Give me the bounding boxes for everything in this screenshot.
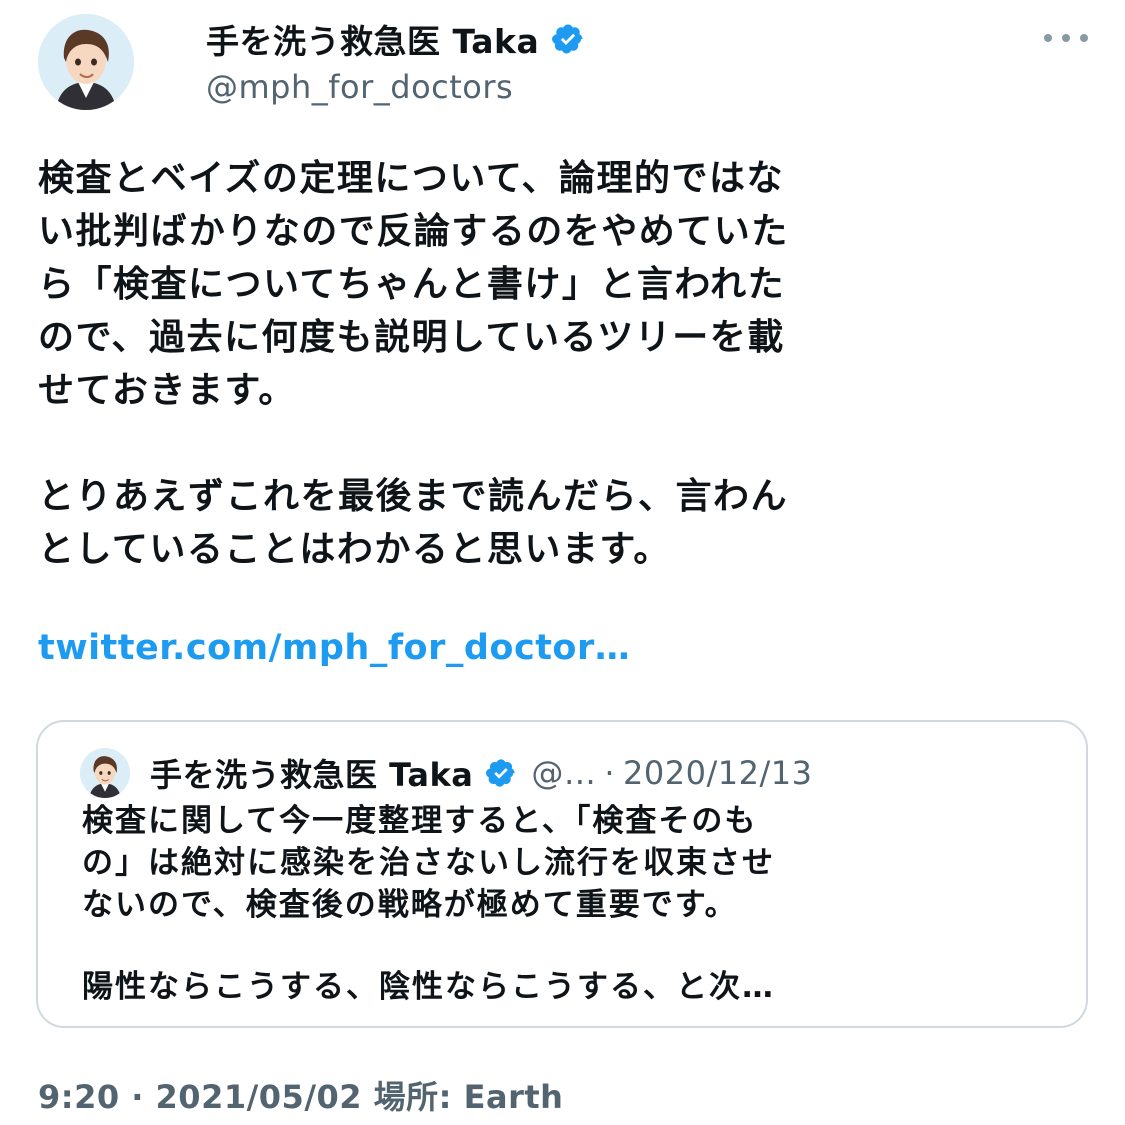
verified-badge-icon (552, 24, 583, 54)
verified-badge-icon (486, 759, 515, 787)
quoted-text-line: ないので、検査後の戦略が極めて重要です。 (82, 887, 738, 923)
tweet-header: 手を洗う救急医 Taka @mph_for_doctors (38, 14, 1088, 114)
quoted-text-line: の」は絶対に感染を治さないし流行を収束させ (82, 845, 775, 881)
meta-separator: · (604, 754, 615, 792)
more-horizontal-icon[interactable] (1044, 28, 1088, 48)
more-dot (1080, 34, 1088, 42)
tweet-text-line: とりあえずこれを最後まで読んだら、言わん (38, 476, 789, 517)
tweet-text-line: ら「検査についてちゃんと書け」と言われた (38, 264, 786, 305)
display-name-row: 手を洗う救急医 Taka (206, 15, 585, 63)
quoted-text-line: 陽性ならこうする、陰性ならこうする、と次… (82, 969, 775, 1005)
tweet-text-line: い批判ばかりなので反論するのをやめていた (38, 211, 789, 252)
tweet-link[interactable]: twitter.com/mph_for_doctor… (38, 628, 630, 668)
tweet-text-line: としていることはわかると思います。 (38, 529, 671, 570)
author-block: 手を洗う救急医 Taka @mph_for_doctors (206, 18, 585, 106)
quoted-tweet-text: 検査に関して今一度整理すると、「検査そのも の」は絶対に感染を治さないし流行を収… (82, 800, 1062, 1008)
handle[interactable]: @mph_for_doctors (206, 68, 585, 106)
avatar-illustration (38, 14, 134, 110)
tweet-text-line: せておきます。 (38, 370, 296, 411)
tweet-timestamp[interactable]: 9:20 · 2021/05/02 場所: Earth (38, 1072, 563, 1118)
tweet-text-line: ので、過去に何度も説明しているツリーを載 (38, 317, 785, 358)
quoted-text-line: 検査に関して今一度整理すると、「検査そのも (82, 803, 758, 839)
more-dot (1044, 34, 1052, 42)
more-dot (1062, 34, 1070, 42)
quoted-handle: @… (531, 754, 597, 792)
quoted-display-name: 手を洗う救急医 Taka (150, 756, 474, 794)
avatar[interactable] (38, 14, 134, 110)
avatar-illustration (80, 748, 130, 798)
display-name[interactable]: 手を洗う救急医 Taka (206, 15, 539, 63)
quoted-date: 2020/12/13 (623, 754, 813, 792)
quoted-avatar (80, 748, 130, 798)
quoted-tweet-header: 手を洗う救急医 Taka @… · 2020/12/13 (80, 748, 812, 798)
tweet-text-line: 検査とベイズの定理について、論理的ではな (38, 158, 785, 199)
tweet-text: 検査とベイズの定理について、論理的ではな い批判ばかりなので反論するのをやめてい… (38, 152, 1098, 576)
quoted-tweet-card[interactable]: 手を洗う救急医 Taka @… · 2020/12/13 検査に関して今一度整理… (36, 720, 1088, 1028)
